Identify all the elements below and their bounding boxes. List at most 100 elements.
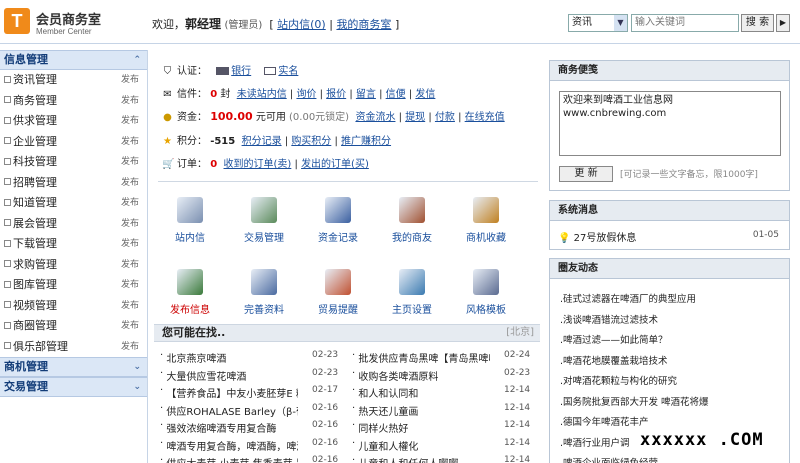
publish-link[interactable]: 发布 (121, 296, 139, 316)
sidebar-item[interactable]: 商圈管理 发布 (0, 316, 147, 337)
maybe-item[interactable]: · 和人和认同和 12-14 (352, 385, 530, 400)
publish-link[interactable]: 发布 (121, 316, 139, 336)
publish-icon (177, 269, 203, 295)
order-link-sent[interactable]: 发出的订单(买) (301, 159, 369, 170)
mail-link-unread[interactable]: 未读站内信 (237, 89, 287, 100)
tool-favorites[interactable]: 商机收藏 (456, 197, 516, 244)
mail-link-quote[interactable]: 报价 (326, 89, 346, 100)
bank-card-icon (216, 67, 230, 75)
money-link-recharge[interactable]: 在线充值 (465, 112, 505, 123)
sidebar-item[interactable]: 企业管理 发布 (0, 132, 147, 152)
sidebar-item[interactable]: 科技管理 发布 (0, 152, 147, 173)
publish-link[interactable]: 发布 (121, 234, 139, 254)
publish-link[interactable]: 发布 (121, 337, 139, 357)
collapse-icon[interactable]: ⌃ (133, 51, 141, 69)
money-link-pay[interactable]: 付款 (435, 112, 455, 123)
publish-link[interactable]: 发布 (121, 193, 139, 213)
maybe-item[interactable]: · 北京燕京啤酒 02-23 (160, 350, 338, 365)
sidebar-section-trade[interactable]: 交易管理 ⌄ (0, 377, 147, 397)
sidebar-item[interactable]: 图库管理 发布 (0, 275, 147, 296)
sidebar-item[interactable]: 视频管理 发布 (0, 296, 147, 316)
maybe-item[interactable]: · 同样火热好 12-14 (352, 420, 530, 435)
cart-icon: 🛒 (162, 159, 175, 170)
auth-bank-link[interactable]: 银行 (231, 66, 251, 77)
mail-link-send[interactable]: 发信 (415, 89, 435, 100)
maybe-item[interactable]: · 啤酒专用复合酶，啤酒酶，啤酒 02-16 (160, 438, 338, 453)
sysmsg-item[interactable]: 💡 27号放假休息 (558, 229, 636, 244)
tool-trade[interactable]: 交易管理 (234, 197, 294, 244)
mail-link-letter[interactable]: 信便 (386, 89, 406, 100)
maybe-item-text: 批发供应青岛黑啤【青岛黑啤啤 (358, 354, 491, 365)
publish-link[interactable]: 发布 (121, 111, 139, 131)
maybe-item[interactable]: · 强效浓缩啤酒专用复合酶 02-16 (160, 420, 338, 435)
sidebar-item[interactable]: 下载管理 发布 (0, 234, 147, 255)
forward-arrow-icon[interactable]: ▶ (776, 14, 790, 32)
sidebar-item[interactable]: 商务管理 发布 (0, 91, 147, 111)
news-item[interactable]: .啤酒企业面临绿色经营 (560, 455, 658, 463)
news-item[interactable]: .啤酒过滤——如此简单？ (560, 332, 668, 346)
news-item[interactable]: .啤酒花地膜覆盖栽培技术 (560, 353, 668, 367)
order-link-received[interactable]: 收到的订单(卖) (224, 159, 292, 170)
points-link-promote[interactable]: 推广赚积分 (341, 136, 391, 147)
maybe-item-date: 02-16 (312, 437, 339, 448)
publish-link[interactable]: 发布 (121, 275, 139, 295)
maybe-item[interactable]: · 大量供应雪花啤酒 02-23 (160, 368, 338, 383)
search-button[interactable]: 搜 索 (741, 14, 774, 32)
maybe-item[interactable]: · 供应大麦芽 小麦芽 焦香麦芽 黑02-16 (160, 455, 338, 463)
publish-link[interactable]: 发布 (121, 173, 139, 193)
news-item[interactable]: .国务院批复西部大开发 啤酒花将爆 (560, 394, 709, 408)
publish-link[interactable]: 发布 (121, 255, 139, 275)
sidebar-item[interactable]: 求购管理 发布 (0, 255, 147, 275)
expand-icon[interactable]: ⌄ (133, 358, 141, 376)
points-link-record[interactable]: 积分记录 (242, 136, 282, 147)
sidebar-item[interactable]: 俱乐部管理 发布 (0, 337, 147, 357)
mail-link-inquiry[interactable]: 询价 (296, 89, 316, 100)
my-office-link[interactable]: 我的商务室 (336, 18, 391, 31)
tool-reminder[interactable]: 贸易提醒 (308, 269, 368, 316)
search-category-select[interactable]: 资讯 ▼ (568, 14, 628, 32)
tool-inbox[interactable]: 站内信 (160, 197, 220, 244)
expand-icon[interactable]: ⌄ (133, 378, 141, 396)
sidebar-section-business[interactable]: 商机管理 ⌄ (0, 357, 147, 377)
news-item[interactable]: .硅式过滤器在啤酒厂的典型应用 (560, 291, 696, 305)
points-link-buy[interactable]: 购买积分 (291, 136, 331, 147)
money-link-withdraw[interactable]: 提现 (405, 112, 425, 123)
memo-textarea[interactable]: 欢迎来到啤酒工业信息网 www.cnbrewing.com (559, 91, 781, 156)
publish-link[interactable]: 发布 (121, 132, 139, 152)
maybe-item[interactable]: · 供应ROHALASE Barley（β-葡 02-16 (160, 403, 338, 418)
news-item[interactable]: .浅谈啤酒错流过滤技术 (560, 312, 658, 326)
tool-publish[interactable]: 发布信息 (160, 269, 220, 316)
memo-box: 商务便笺 欢迎来到啤酒工业信息网 www.cnbrewing.com 更 新 [… (549, 60, 790, 191)
publish-link[interactable]: 发布 (121, 214, 139, 234)
inbox-link[interactable]: 站内信(0) (277, 18, 326, 31)
mail-link-message[interactable]: 留言 (356, 89, 376, 100)
publish-link[interactable]: 发布 (121, 91, 139, 111)
maybe-item[interactable]: · 儿童和人權化 12-14 (352, 438, 530, 453)
maybe-item[interactable]: · 热天还儿童画 12-14 (352, 403, 530, 418)
news-item[interactable]: .对啤酒花颗粒与构化的研究 (560, 373, 677, 387)
tool-profile[interactable]: 完善资料 (234, 269, 294, 316)
maybe-item[interactable]: · 收购各类啤酒原料 02-23 (352, 368, 530, 383)
publish-link[interactable]: 发布 (121, 152, 139, 172)
memo-update-button[interactable]: 更 新 (559, 166, 613, 182)
sidebar-item[interactable]: 知道管理 发布 (0, 193, 147, 214)
publish-link[interactable]: 发布 (121, 70, 139, 90)
sidebar-item[interactable]: 供求管理 发布 (0, 111, 147, 132)
news-item[interactable]: .啤酒行业用户调 (560, 435, 630, 449)
region-tag[interactable]: [北京] (506, 325, 534, 341)
search-input[interactable]: 输入关键词 (631, 14, 739, 32)
tool-funds[interactable]: 资金记录 (308, 197, 368, 244)
sidebar-section-info[interactable]: 信息管理 ⌃ (0, 50, 147, 70)
maybe-item[interactable]: · 【营养食品】中友小麦胚芽E 精 02-17 (160, 385, 338, 400)
auth-realname-link[interactable]: 实名 (278, 66, 298, 77)
tool-template[interactable]: 风格模板 (456, 269, 516, 316)
tool-homepage[interactable]: 主页设置 (382, 269, 442, 316)
sidebar-item[interactable]: 展会管理 发布 (0, 214, 147, 234)
maybe-item[interactable]: · 儿童和人和任何人啊啊12-14 (352, 455, 530, 463)
maybe-item[interactable]: · 批发供应青岛黑啤【青岛黑啤啤 02-24 (352, 350, 530, 365)
news-item[interactable]: .德国今年啤酒花丰产 (560, 414, 649, 428)
sidebar-item[interactable]: 资讯管理 发布 (0, 70, 147, 91)
sidebar-item[interactable]: 招聘管理 发布 (0, 173, 147, 193)
money-link-flow[interactable]: 资金流水 (355, 112, 395, 123)
tool-friends[interactable]: 我的商友 (382, 197, 442, 244)
